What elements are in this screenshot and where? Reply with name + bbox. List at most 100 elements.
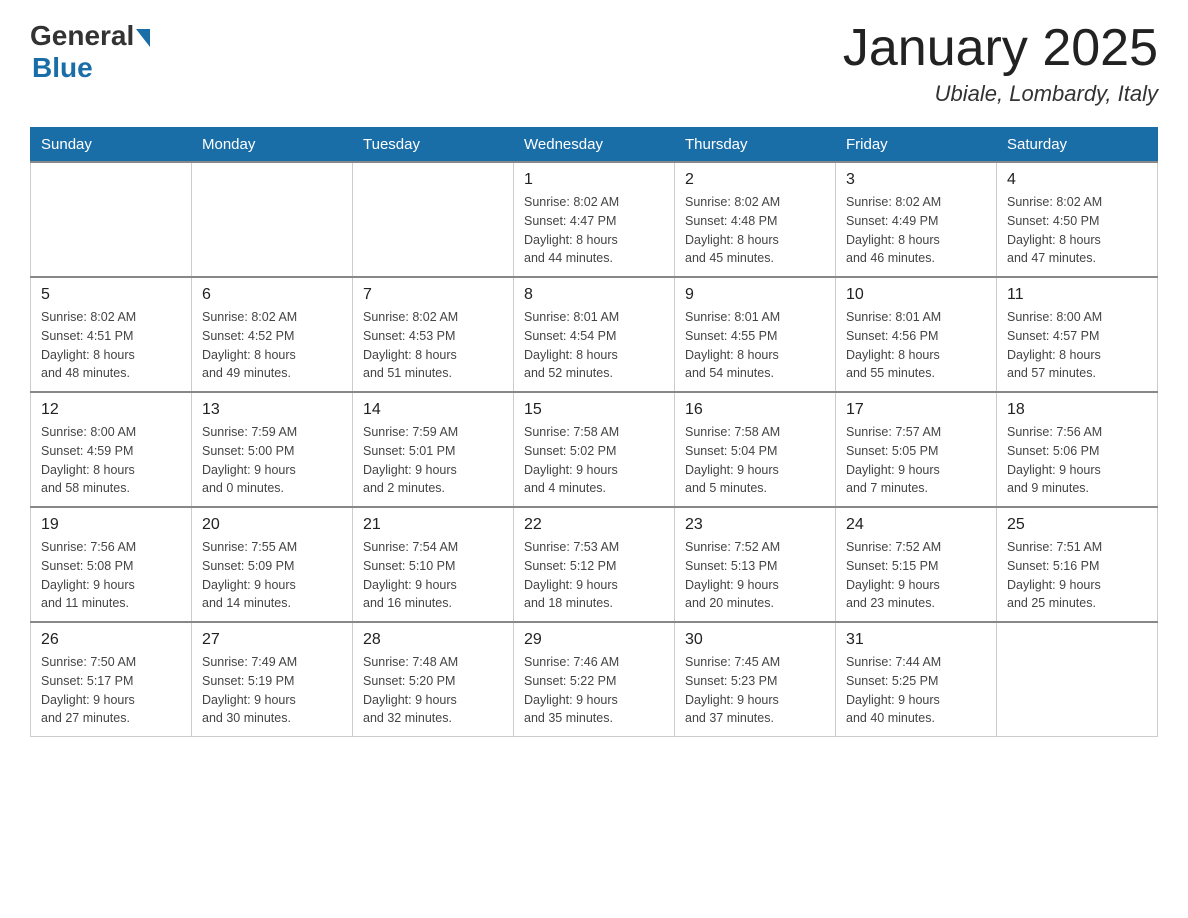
- day-info: Sunrise: 8:02 AMSunset: 4:51 PMDaylight:…: [41, 308, 181, 383]
- day-number: 6: [202, 286, 342, 304]
- day-number: 26: [41, 631, 181, 649]
- day-info: Sunrise: 7:50 AMSunset: 5:17 PMDaylight:…: [41, 653, 181, 728]
- day-info: Sunrise: 7:49 AMSunset: 5:19 PMDaylight:…: [202, 653, 342, 728]
- day-number: 9: [685, 286, 825, 304]
- day-info: Sunrise: 7:48 AMSunset: 5:20 PMDaylight:…: [363, 653, 503, 728]
- day-number: 11: [1007, 286, 1147, 304]
- day-number: 16: [685, 401, 825, 419]
- day-info: Sunrise: 8:01 AMSunset: 4:55 PMDaylight:…: [685, 308, 825, 383]
- day-info: Sunrise: 8:01 AMSunset: 4:56 PMDaylight:…: [846, 308, 986, 383]
- day-info: Sunrise: 8:00 AMSunset: 4:57 PMDaylight:…: [1007, 308, 1147, 383]
- day-number: 12: [41, 401, 181, 419]
- day-info: Sunrise: 7:58 AMSunset: 5:04 PMDaylight:…: [685, 423, 825, 498]
- day-info: Sunrise: 7:52 AMSunset: 5:15 PMDaylight:…: [846, 538, 986, 613]
- day-number: 7: [363, 286, 503, 304]
- calendar-cell: 24 Sunrise: 7:52 AMSunset: 5:15 PMDayligh…: [836, 507, 997, 622]
- day-info: Sunrise: 7:56 AMSunset: 5:08 PMDaylight:…: [41, 538, 181, 613]
- calendar-cell: 13Sunrise: 7:59 AMSunset: 5:00 PMDayligh…: [192, 392, 353, 507]
- calendar-week-row: 12Sunrise: 8:00 AMSunset: 4:59 PMDayligh…: [31, 392, 1158, 507]
- day-number: 20: [202, 516, 342, 534]
- day-number: 10: [846, 286, 986, 304]
- calendar-cell: 18 Sunrise: 7:56 AMSunset: 5:06 PMDayligh…: [997, 392, 1158, 507]
- calendar-cell: 31 Sunrise: 7:44 AMSunset: 5:25 PMDayligh…: [836, 622, 997, 737]
- logo-blue-text: Blue: [32, 52, 93, 84]
- day-info: Sunrise: 7:58 AMSunset: 5:02 PMDaylight:…: [524, 423, 664, 498]
- day-info: Sunrise: 8:02 AMSunset: 4:48 PMDaylight:…: [685, 193, 825, 268]
- day-number: 24: [846, 516, 986, 534]
- day-number: 2: [685, 171, 825, 189]
- calendar-table: SundayMondayTuesdayWednesdayThursdayFrid…: [30, 127, 1158, 737]
- day-number: 18: [1007, 401, 1147, 419]
- day-info: Sunrise: 7:54 AMSunset: 5:10 PMDaylight:…: [363, 538, 503, 613]
- location-subtitle: Ubiale, Lombardy, Italy: [843, 81, 1158, 107]
- calendar-cell: 3Sunrise: 8:02 AMSunset: 4:49 PMDaylight…: [836, 162, 997, 277]
- day-number: 14: [363, 401, 503, 419]
- calendar-day-header: Sunday: [31, 128, 192, 163]
- day-info: Sunrise: 8:02 AMSunset: 4:50 PMDaylight:…: [1007, 193, 1147, 268]
- day-number: 21: [363, 516, 503, 534]
- calendar-day-header: Monday: [192, 128, 353, 163]
- day-number: 1: [524, 171, 664, 189]
- calendar-cell: 22Sunrise: 7:53 AMSunset: 5:12 PMDayligh…: [514, 507, 675, 622]
- day-number: 19: [41, 516, 181, 534]
- day-number: 15: [524, 401, 664, 419]
- calendar-cell: 26 Sunrise: 7:50 AMSunset: 5:17 PMDayligh…: [31, 622, 192, 737]
- calendar-header-row: SundayMondayTuesdayWednesdayThursdayFrid…: [31, 128, 1158, 163]
- calendar-cell: [997, 622, 1158, 737]
- calendar-cell: 30 Sunrise: 7:45 AMSunset: 5:23 PMDayligh…: [675, 622, 836, 737]
- calendar-cell: 10 Sunrise: 8:01 AMSunset: 4:56 PMDayligh…: [836, 277, 997, 392]
- calendar-cell: 21 Sunrise: 7:54 AMSunset: 5:10 PMDayligh…: [353, 507, 514, 622]
- calendar-day-header: Friday: [836, 128, 997, 163]
- day-number: 27: [202, 631, 342, 649]
- calendar-day-header: Thursday: [675, 128, 836, 163]
- logo: General Blue: [30, 20, 150, 84]
- calendar-cell: 20 Sunrise: 7:55 AMSunset: 5:09 PMDayligh…: [192, 507, 353, 622]
- calendar-cell: 12Sunrise: 8:00 AMSunset: 4:59 PMDayligh…: [31, 392, 192, 507]
- calendar-cell: 25 Sunrise: 7:51 AMSunset: 5:16 PMDayligh…: [997, 507, 1158, 622]
- calendar-cell: 14 Sunrise: 7:59 AMSunset: 5:01 PMDayligh…: [353, 392, 514, 507]
- day-info: Sunrise: 7:55 AMSunset: 5:09 PMDaylight:…: [202, 538, 342, 613]
- calendar-cell: 9 Sunrise: 8:01 AMSunset: 4:55 PMDaylight…: [675, 277, 836, 392]
- calendar-cell: [31, 162, 192, 277]
- day-number: 29: [524, 631, 664, 649]
- calendar-day-header: Saturday: [997, 128, 1158, 163]
- calendar-cell: 28Sunrise: 7:48 AMSunset: 5:20 PMDayligh…: [353, 622, 514, 737]
- day-number: 30: [685, 631, 825, 649]
- calendar-cell: [192, 162, 353, 277]
- calendar-cell: 29 Sunrise: 7:46 AMSunset: 5:22 PMDayligh…: [514, 622, 675, 737]
- day-info: Sunrise: 7:45 AMSunset: 5:23 PMDaylight:…: [685, 653, 825, 728]
- calendar-cell: 2 Sunrise: 8:02 AMSunset: 4:48 PMDaylight…: [675, 162, 836, 277]
- day-number: 3: [846, 171, 986, 189]
- calendar-cell: [353, 162, 514, 277]
- day-number: 5: [41, 286, 181, 304]
- calendar-cell: 5 Sunrise: 8:02 AMSunset: 4:51 PMDaylight…: [31, 277, 192, 392]
- calendar-week-row: 1Sunrise: 8:02 AMSunset: 4:47 PMDaylight…: [31, 162, 1158, 277]
- day-number: 23: [685, 516, 825, 534]
- day-info: Sunrise: 7:46 AMSunset: 5:22 PMDaylight:…: [524, 653, 664, 728]
- day-info: Sunrise: 7:51 AMSunset: 5:16 PMDaylight:…: [1007, 538, 1147, 613]
- day-number: 8: [524, 286, 664, 304]
- calendar-day-header: Wednesday: [514, 128, 675, 163]
- calendar-week-row: 26 Sunrise: 7:50 AMSunset: 5:17 PMDayligh…: [31, 622, 1158, 737]
- month-title: January 2025: [843, 20, 1158, 77]
- day-number: 13: [202, 401, 342, 419]
- calendar-cell: 15 Sunrise: 7:58 AMSunset: 5:02 PMDayligh…: [514, 392, 675, 507]
- calendar-cell: 1Sunrise: 8:02 AMSunset: 4:47 PMDaylight…: [514, 162, 675, 277]
- calendar-cell: 4Sunrise: 8:02 AMSunset: 4:50 PMDaylight…: [997, 162, 1158, 277]
- day-info: Sunrise: 7:56 AMSunset: 5:06 PMDaylight:…: [1007, 423, 1147, 498]
- calendar-cell: 17 Sunrise: 7:57 AMSunset: 5:05 PMDayligh…: [836, 392, 997, 507]
- day-info: Sunrise: 7:53 AMSunset: 5:12 PMDaylight:…: [524, 538, 664, 613]
- day-info: Sunrise: 7:59 AMSunset: 5:01 PMDaylight:…: [363, 423, 503, 498]
- day-number: 17: [846, 401, 986, 419]
- day-number: 25: [1007, 516, 1147, 534]
- day-info: Sunrise: 7:52 AMSunset: 5:13 PMDaylight:…: [685, 538, 825, 613]
- calendar-cell: 16 Sunrise: 7:58 AMSunset: 5:04 PMDayligh…: [675, 392, 836, 507]
- day-info: Sunrise: 7:57 AMSunset: 5:05 PMDaylight:…: [846, 423, 986, 498]
- calendar-cell: 7Sunrise: 8:02 AMSunset: 4:53 PMDaylight…: [353, 277, 514, 392]
- day-number: 31: [846, 631, 986, 649]
- calendar-week-row: 5 Sunrise: 8:02 AMSunset: 4:51 PMDaylight…: [31, 277, 1158, 392]
- calendar-cell: 6Sunrise: 8:02 AMSunset: 4:52 PMDaylight…: [192, 277, 353, 392]
- day-info: Sunrise: 7:44 AMSunset: 5:25 PMDaylight:…: [846, 653, 986, 728]
- page-header: General Blue January 2025 Ubiale, Lombar…: [30, 20, 1158, 107]
- title-area: January 2025 Ubiale, Lombardy, Italy: [843, 20, 1158, 107]
